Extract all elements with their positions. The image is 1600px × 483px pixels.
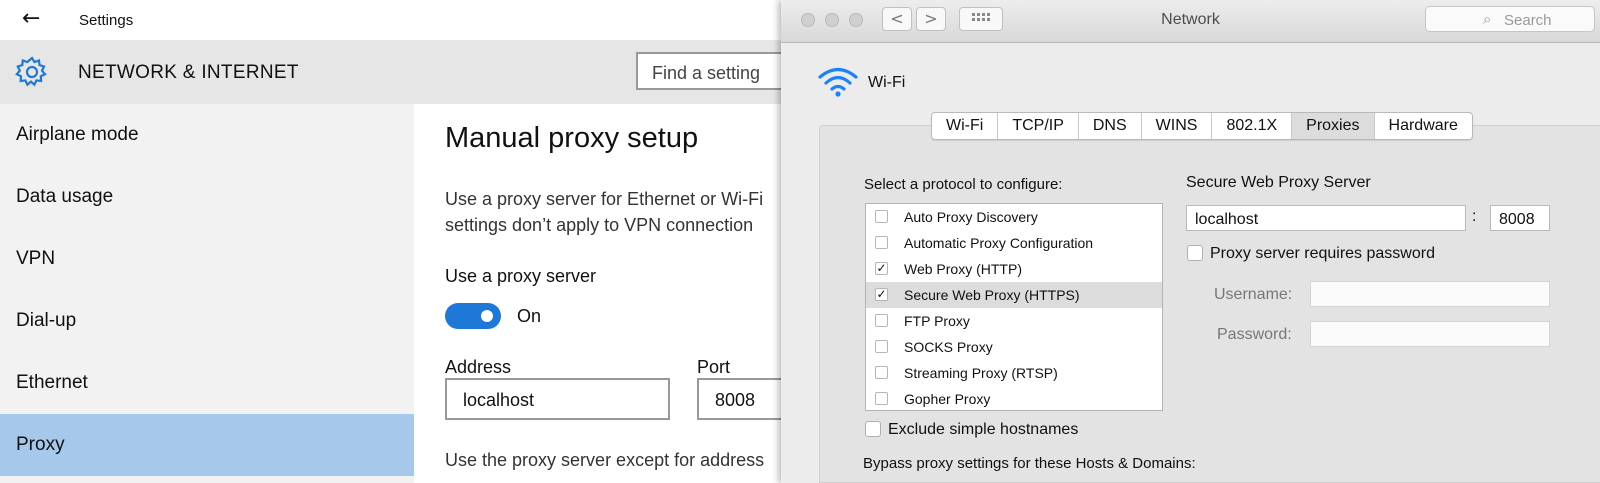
description-line-2: settings don’t apply to VPN connection: [445, 215, 754, 235]
content-pane: [414, 104, 790, 483]
windows-settings-window: ← Settings NETWORK & INTERNET Airplane m…: [0, 0, 790, 483]
mac-search-input[interactable]: [1502, 11, 1594, 30]
protocol-row[interactable]: Streaming Proxy (RTSP): [866, 360, 1162, 386]
interface-name: Wi-Fi: [868, 74, 906, 91]
tab-bar: Wi-Fi TCP/IP DNS WINS 802.1X Proxies Har…: [931, 112, 1473, 140]
protocol-row[interactable]: Auto Proxy Discovery: [866, 204, 1162, 230]
protocol-checkbox[interactable]: ✓: [875, 288, 888, 301]
port-label: Port: [697, 357, 731, 377]
gear-icon: [15, 56, 47, 87]
address-input[interactable]: [461, 389, 642, 412]
back-arrow-icon[interactable]: ←: [22, 6, 40, 31]
protocol-row[interactable]: ✓ Secure Web Proxy (HTTPS): [866, 282, 1162, 308]
bypass-label: Bypass proxy settings for these Hosts & …: [863, 455, 1196, 472]
protocol-checkbox[interactable]: ✓: [875, 262, 888, 275]
address-label: Address: [445, 357, 512, 377]
requires-password-label: Proxy server requires password: [1210, 245, 1435, 262]
protocol-label: Secure Web Proxy (HTTPS): [904, 287, 1080, 303]
protocol-list-label: Select a protocol to configure:: [864, 176, 1063, 193]
tab-proxies[interactable]: Proxies: [1292, 113, 1375, 139]
wifi-icon: [818, 67, 858, 97]
sidebar-item-dial-up[interactable]: Dial-up: [0, 290, 414, 352]
exclude-hostnames-label: Exclude simple hostnames: [888, 421, 1079, 438]
page-title: Manual proxy setup: [445, 122, 699, 154]
protocol-row[interactable]: ✓ Web Proxy (HTTP): [866, 256, 1162, 282]
protocol-label: Auto Proxy Discovery: [904, 209, 1038, 225]
protocol-label: Web Proxy (HTTP): [904, 261, 1022, 277]
protocol-checkbox[interactable]: [875, 340, 888, 353]
exclude-hostnames-checkbox[interactable]: [865, 421, 881, 437]
tab-hardware[interactable]: Hardware: [1375, 113, 1472, 139]
requires-password-checkbox[interactable]: [1187, 245, 1203, 261]
tab-wifi[interactable]: Wi-Fi: [932, 113, 999, 139]
protocol-checkbox[interactable]: [875, 314, 888, 327]
protocol-label: SOCKS Proxy: [904, 339, 993, 355]
tab-8021x[interactable]: 802.1X: [1212, 113, 1293, 139]
protocol-row[interactable]: SOCKS Proxy: [866, 334, 1162, 360]
protocol-label: Automatic Proxy Configuration: [904, 235, 1094, 251]
protocol-row[interactable]: FTP Proxy: [866, 308, 1162, 334]
tab-wins[interactable]: WINS: [1142, 113, 1213, 139]
host-port-separator: :: [1472, 208, 1477, 225]
protocol-checkbox[interactable]: [875, 366, 888, 379]
app-title: Settings: [79, 12, 134, 29]
description-line-1: Use a proxy server for Ethernet or Wi-Fi: [445, 189, 764, 209]
port-field[interactable]: [697, 378, 790, 420]
password-field[interactable]: [1310, 321, 1550, 347]
toggle-state-label: On: [517, 306, 542, 326]
proxy-host-input[interactable]: [1193, 210, 1434, 230]
use-proxy-label: Use a proxy server: [445, 266, 597, 286]
use-proxy-toggle[interactable]: [445, 303, 501, 329]
port-input[interactable]: [713, 389, 790, 412]
sidebar: Airplane mode Data usage VPN Dial-up Eth…: [0, 104, 414, 483]
proxy-exception-label: Use the proxy server except for address: [445, 450, 765, 470]
sidebar-item-airplane-mode[interactable]: Airplane mode: [0, 104, 414, 166]
protocol-label: FTP Proxy: [904, 313, 970, 329]
address-field[interactable]: [445, 378, 670, 420]
protocol-row[interactable]: Gopher Proxy: [866, 386, 1162, 412]
proxy-host-field[interactable]: [1186, 205, 1466, 231]
find-setting-input[interactable]: [650, 62, 790, 85]
toggle-knob: [481, 310, 493, 322]
sidebar-item-data-usage[interactable]: Data usage: [0, 166, 414, 228]
username-label: Username:: [1214, 286, 1293, 303]
protocol-checkbox[interactable]: [875, 210, 888, 223]
proxy-port-field[interactable]: [1490, 205, 1551, 231]
protocol-checkbox[interactable]: [875, 236, 888, 249]
protocol-checkbox[interactable]: [875, 392, 888, 405]
protocol-row[interactable]: Automatic Proxy Configuration: [866, 230, 1162, 256]
tab-dns[interactable]: DNS: [1079, 113, 1142, 139]
sidebar-item-vpn[interactable]: VPN: [0, 228, 414, 290]
section-title: NETWORK & INTERNET: [78, 62, 299, 83]
mac-network-window: < > Network ⌕ Wi-Fi Wi-Fi TCP/IP DNS WIN…: [781, 0, 1600, 483]
proxy-description: Use a proxy server for Ethernet or Wi-Fi…: [445, 186, 790, 238]
sidebar-item-ethernet[interactable]: Ethernet: [0, 352, 414, 414]
protocol-label: Gopher Proxy: [904, 391, 991, 407]
protocol-list: Auto Proxy Discovery Automatic Proxy Con…: [865, 203, 1163, 411]
proxy-server-title: Secure Web Proxy Server: [1186, 174, 1371, 191]
mac-search-box[interactable]: ⌕: [1425, 6, 1595, 32]
tab-tcpip[interactable]: TCP/IP: [998, 113, 1079, 139]
username-field[interactable]: [1310, 281, 1550, 307]
find-setting-search[interactable]: [636, 52, 790, 90]
proxy-port-input[interactable]: [1497, 210, 1551, 230]
sidebar-item-proxy[interactable]: Proxy: [0, 414, 414, 476]
protocol-label: Streaming Proxy (RTSP): [904, 365, 1058, 381]
search-icon: ⌕: [1483, 10, 1492, 28]
password-label: Password:: [1217, 326, 1292, 343]
